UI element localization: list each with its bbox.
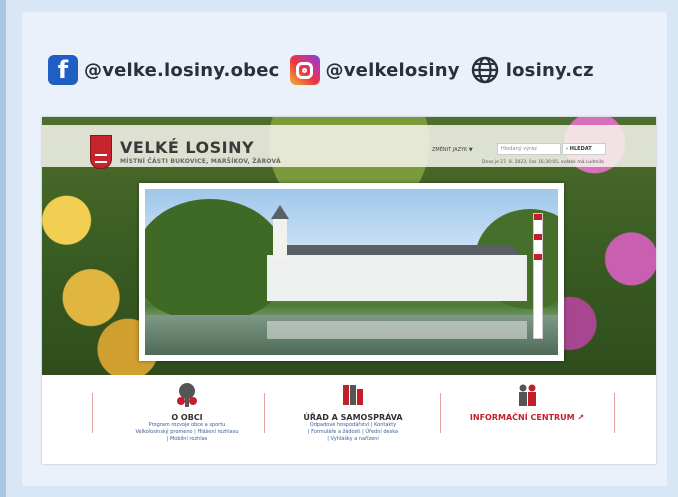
menu-link[interactable]: Program rozvoje obce a sportu bbox=[112, 422, 262, 429]
menu-title: O OBCI bbox=[171, 413, 203, 422]
left-edge bbox=[0, 0, 6, 497]
menu-o-obci[interactable]: O OBCI Program rozvoje obce a sportu Vel… bbox=[112, 375, 262, 464]
site-title[interactable]: VELKÉ LOSINY bbox=[120, 138, 254, 157]
site-menu: O OBCI Program rozvoje obce a sportu Vel… bbox=[42, 375, 656, 464]
menu-link[interactable]: Velkolosinský promeno | Hlášení rozhlasu bbox=[112, 429, 262, 436]
menu-title: ÚŘAD A SAMOSPRÁVA bbox=[303, 413, 403, 422]
background: f @velke.losiny.obec @velkelosiny losiny… bbox=[0, 0, 678, 497]
site-header: VELKÉ LOSINY MÍSTNÍ ČÁSTI BUKOVICE, MARŠ… bbox=[42, 125, 656, 169]
menu-link[interactable]: | Mobilní rozhlas bbox=[112, 436, 262, 443]
website-screenshot: VELKÉ LOSINY MÍSTNÍ ČÁSTI BUKOVICE, MARŠ… bbox=[42, 117, 656, 464]
date-line: Dnes je 27. 8. 2023, čas 16:30:05, sváte… bbox=[482, 160, 604, 165]
instagram-icon bbox=[289, 55, 320, 85]
menu-link[interactable]: Odpadové hospodářství | Kontakty bbox=[278, 422, 428, 429]
hero-photo-frame bbox=[139, 183, 564, 361]
globe-icon bbox=[470, 55, 500, 85]
instagram-handle: @velkelosiny bbox=[325, 59, 460, 81]
people-icon bbox=[513, 381, 541, 409]
coat-of-arms-icon bbox=[90, 135, 112, 169]
social-row: f @velke.losiny.obec @velkelosiny losiny… bbox=[48, 52, 648, 88]
search-button[interactable]: › HLEDAT bbox=[562, 143, 606, 155]
binders-icon bbox=[339, 381, 367, 409]
menu-link[interactable]: | Vyhlášky a nařízení bbox=[278, 436, 428, 443]
menu-link[interactable]: | Formuláře a žádosti | Úřední deska bbox=[278, 429, 428, 436]
menu-title: INFORMAČNÍ CENTRUM ↗ bbox=[469, 413, 585, 422]
castle-photo bbox=[145, 189, 558, 355]
facebook-link[interactable]: f @velke.losiny.obec bbox=[48, 55, 280, 85]
language-switch[interactable]: ZMĚNIT JAZYK ▼ bbox=[432, 147, 473, 153]
instagram-link[interactable]: @velkelosiny bbox=[289, 55, 460, 85]
hero-background: VELKÉ LOSINY MÍSTNÍ ČÁSTI BUKOVICE, MARŠ… bbox=[42, 117, 656, 375]
facebook-icon: f bbox=[48, 55, 78, 85]
menu-urad[interactable]: ÚŘAD A SAMOSPRÁVA Odpadové hospodářství … bbox=[278, 375, 428, 464]
menu-infocentrum[interactable]: INFORMAČNÍ CENTRUM ↗ bbox=[452, 375, 602, 464]
site-subtitle: MÍSTNÍ ČÁSTI BUKOVICE, MARŠÍKOV, ŽÁROVÁ bbox=[120, 158, 281, 165]
tree-icon bbox=[173, 381, 201, 409]
search-input[interactable]: Hledaný výraz bbox=[497, 143, 561, 155]
facebook-handle: @velke.losiny.obec bbox=[84, 59, 280, 81]
web-handle: losiny.cz bbox=[505, 59, 594, 81]
web-link[interactable]: losiny.cz bbox=[470, 55, 594, 85]
slider-indicator[interactable] bbox=[533, 213, 543, 339]
